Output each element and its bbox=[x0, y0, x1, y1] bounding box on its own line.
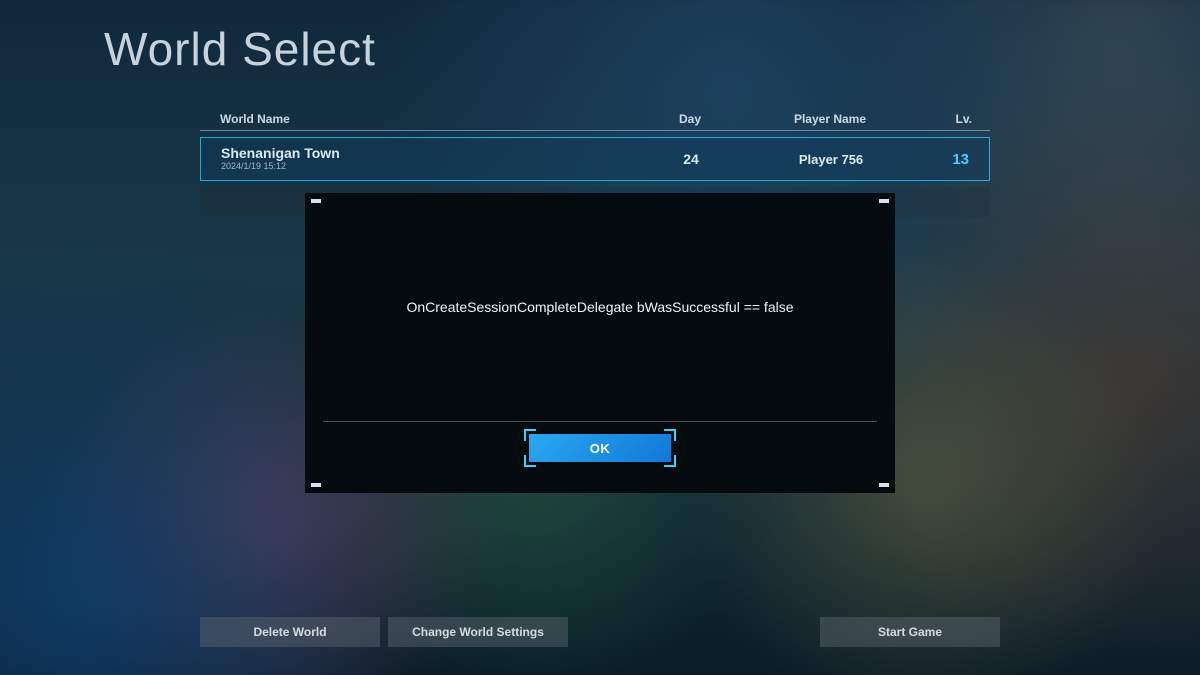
error-modal: OnCreateSessionCompleteDelegate bWasSucc… bbox=[305, 193, 895, 493]
start-game-button[interactable]: Start Game bbox=[820, 617, 1000, 647]
header-player-name: Player Name bbox=[750, 112, 910, 126]
world-name-text: Shenanigan Town bbox=[221, 146, 631, 161]
header-world-name: World Name bbox=[200, 112, 630, 126]
modal-separator bbox=[323, 421, 877, 422]
world-row-selected[interactable]: Shenanigan Town 2024/1/19 15:12 24 Playe… bbox=[200, 137, 990, 181]
ok-button[interactable]: OK bbox=[529, 434, 671, 462]
header-level: Lv. bbox=[910, 112, 990, 126]
delete-world-button[interactable]: Delete World bbox=[200, 617, 380, 647]
world-timestamp: 2024/1/19 15:12 bbox=[221, 161, 631, 172]
modal-corner-br bbox=[879, 483, 889, 487]
header-day: Day bbox=[630, 112, 750, 126]
ok-button-wrap: OK bbox=[526, 431, 674, 465]
bottom-bar-spacer bbox=[576, 617, 812, 647]
bottom-button-bar: Delete World Change World Settings Start… bbox=[200, 617, 1000, 647]
cell-level: 13 bbox=[911, 151, 989, 168]
modal-corner-tl bbox=[311, 199, 321, 203]
change-world-settings-button[interactable]: Change World Settings bbox=[388, 617, 568, 647]
world-table: World Name Day Player Name Lv. Shenaniga… bbox=[200, 112, 990, 181]
table-header-row: World Name Day Player Name Lv. bbox=[200, 112, 990, 131]
modal-corner-tr bbox=[879, 199, 889, 203]
modal-corner-bl bbox=[311, 483, 321, 487]
screen-title: World Select bbox=[104, 22, 376, 76]
cell-player-name: Player 756 bbox=[751, 152, 911, 167]
cell-day: 24 bbox=[631, 151, 751, 167]
modal-message: OnCreateSessionCompleteDelegate bWasSucc… bbox=[305, 299, 895, 315]
cell-world-name: Shenanigan Town 2024/1/19 15:12 bbox=[201, 146, 631, 172]
